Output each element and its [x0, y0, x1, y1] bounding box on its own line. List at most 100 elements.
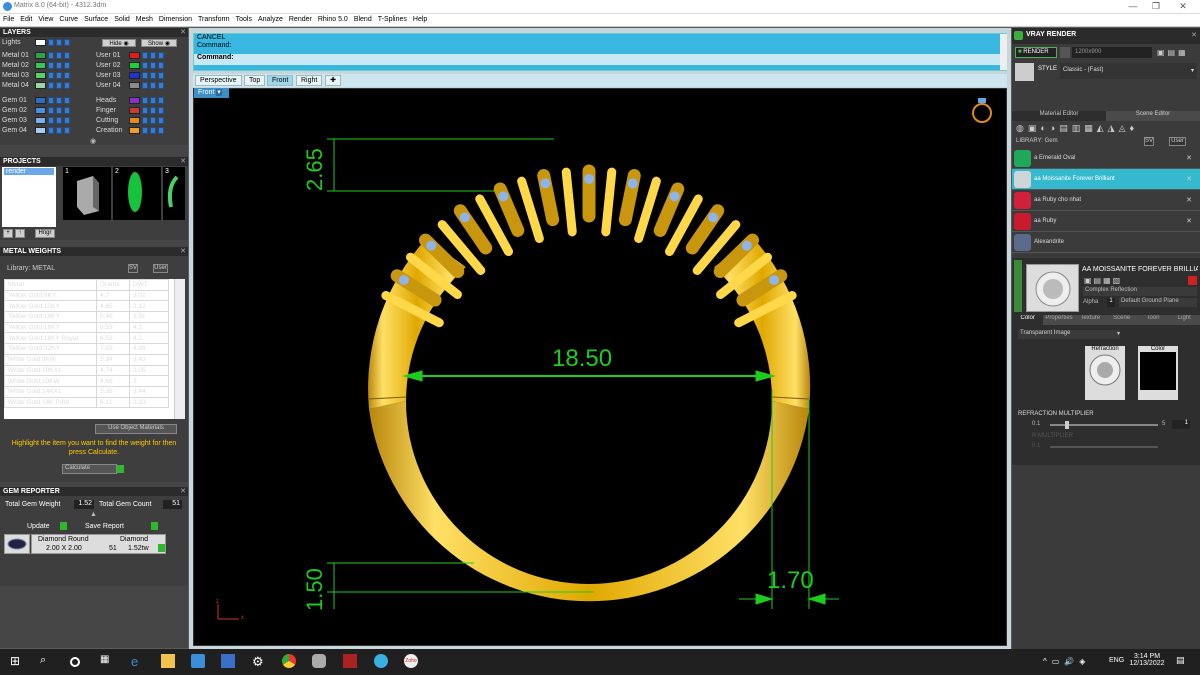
- menu-edit[interactable]: Edit: [17, 14, 35, 23]
- col-dwt[interactable]: DWT: [129, 279, 169, 291]
- layer-row[interactable]: Gem 03: [2, 115, 94, 125]
- metal-table-scrollbar[interactable]: [174, 279, 185, 419]
- project-thumb-1[interactable]: 1: [63, 167, 111, 220]
- update-go-icon[interactable]: [60, 522, 67, 530]
- update-button[interactable]: Update: [27, 523, 50, 530]
- metal-table-row[interactable]: Yellow Gold:22KY 7.59 4.88: [4, 343, 169, 355]
- render-settings-icon[interactable]: [1060, 47, 1070, 58]
- layer-toggle-icon[interactable]: [48, 116, 54, 124]
- layer-color-swatch[interactable]: [129, 61, 140, 69]
- layer-color-swatch[interactable]: [35, 116, 46, 124]
- calculate-go-icon[interactable]: [117, 465, 124, 473]
- layer-toggle-icon[interactable]: [56, 81, 62, 89]
- layer-toggle-icon[interactable]: [142, 51, 148, 59]
- metal-table-row[interactable]: White Gold:14KX1 5.35 3.44: [4, 385, 169, 398]
- layer-color-swatch[interactable]: [35, 106, 46, 114]
- layer-toggle-icon[interactable]: [64, 51, 70, 59]
- view-label-dropdown[interactable]: Front ▾: [194, 88, 229, 98]
- style-dropdown[interactable]: Classic - (Fast) ▾: [1060, 63, 1197, 79]
- layer-row[interactable]: Creation: [96, 125, 186, 135]
- m-slider[interactable]: [1050, 446, 1158, 448]
- language-indicator[interactable]: ENG: [1109, 657, 1124, 664]
- mail-icon[interactable]: [221, 654, 235, 668]
- hinge-button[interactable]: Hngr: [35, 229, 55, 238]
- layer-color-swatch[interactable]: [35, 81, 46, 89]
- remove-material-icon[interactable]: ✕: [1186, 217, 1192, 225]
- metal-table-row[interactable]: Yellow Gold:9KY 4.7 3.02: [4, 289, 169, 302]
- material-mini-tools[interactable]: ▣▤▦▧: [1084, 276, 1122, 285]
- material-list-item[interactable]: a Emerald Oval ✕: [1012, 148, 1200, 169]
- menu-analyze[interactable]: Analyze: [255, 14, 286, 23]
- show-button[interactable]: Show ◉: [141, 39, 177, 47]
- layer-color-swatch[interactable]: [129, 106, 140, 114]
- layer-toggle-icon[interactable]: [150, 126, 156, 134]
- chrome-icon[interactable]: [282, 654, 296, 668]
- windows-start-icon[interactable]: ⊞: [10, 654, 24, 668]
- material-side-handle[interactable]: [1014, 260, 1022, 312]
- layer-toggle-icon[interactable]: [48, 61, 54, 69]
- command-input[interactable]: Command:: [194, 54, 1006, 65]
- layer-toggle-icon[interactable]: [150, 61, 156, 69]
- menu-tools[interactable]: Tools: [233, 14, 255, 23]
- layer-row[interactable]: User 01: [96, 50, 186, 60]
- layer-toggle-icon[interactable]: [158, 71, 164, 79]
- tab-scene-editor[interactable]: Scene Editor: [1106, 111, 1200, 121]
- layer-toggle-icon[interactable]: [150, 116, 156, 124]
- material-toolbar[interactable]: ◍▣◐◑▤▥▦◭◮◬♦: [1012, 121, 1200, 136]
- layer-toggle-icon[interactable]: [64, 126, 70, 134]
- menu-blend[interactable]: Blend: [351, 14, 375, 23]
- layer-toggle-icon[interactable]: [142, 96, 148, 104]
- minimize-button[interactable]: —: [1122, 1, 1144, 13]
- settings-gear-icon[interactable]: ⚙: [252, 654, 266, 669]
- layer-row[interactable]: Finger: [96, 105, 186, 115]
- layer-toggle-icon[interactable]: [56, 51, 62, 59]
- gem-row[interactable]: Diamond Round Diamond 2.00 X 2.00 51 1.5…: [31, 534, 166, 554]
- layer-toggle-icon[interactable]: [64, 96, 70, 104]
- layer-toggle-icon[interactable]: [48, 81, 54, 89]
- layer-row[interactable]: Gem 02: [2, 105, 94, 115]
- rm-value[interactable]: 1: [1172, 420, 1190, 429]
- ring-view-icon[interactable]: [972, 98, 992, 123]
- tab-texture[interactable]: Texture: [1075, 315, 1106, 325]
- metal-table-row[interactable]: White Gold:9KW 5.34 3.43: [4, 353, 169, 366]
- clock[interactable]: 3:14 PM 12/13/2022: [1127, 653, 1167, 667]
- project-item-render[interactable]: render: [4, 168, 54, 175]
- layer-color-swatch[interactable]: [35, 126, 46, 134]
- material-list-item[interactable]: aa Moissanite Forever Brilliant ✕: [1012, 169, 1200, 190]
- menu-transform[interactable]: Transform: [195, 14, 233, 23]
- rm-slider-thumb[interactable]: [1065, 421, 1069, 429]
- notification-icon[interactable]: ▤: [1176, 655, 1185, 666]
- maximize-button[interactable]: ❐: [1145, 1, 1167, 13]
- layer-toggle-icon[interactable]: [158, 51, 164, 59]
- project-thumb-3[interactable]: 3: [163, 167, 185, 220]
- vray-user-button[interactable]: User: [1169, 137, 1186, 146]
- alpha-value[interactable]: 1: [1107, 298, 1115, 307]
- layer-toggle-icon[interactable]: [56, 126, 62, 134]
- layer-toggle-icon[interactable]: [142, 71, 148, 79]
- layer-row[interactable]: Metal 04: [2, 80, 94, 90]
- layer-row[interactable]: User 04: [96, 80, 186, 90]
- layer-row[interactable]: User 02: [96, 60, 186, 70]
- metal-table-row[interactable]: Yellow Gold:10KY 4.85 3.12: [4, 300, 169, 313]
- metal-table-row[interactable]: White Gold:14K PdW 6.11 3.93: [4, 396, 169, 409]
- tab-right[interactable]: Right: [296, 75, 323, 86]
- rhino-icon[interactable]: [312, 654, 326, 668]
- layer-color-swatch[interactable]: [129, 71, 140, 79]
- menu-render[interactable]: Render: [286, 14, 315, 23]
- layer-toggle-icon[interactable]: [142, 61, 148, 69]
- layer-toggle-icon[interactable]: [142, 116, 148, 124]
- layer-toggle-icon[interactable]: [64, 61, 70, 69]
- layer-toggle-icon[interactable]: [56, 116, 62, 124]
- matrix-icon[interactable]: [374, 654, 388, 668]
- layer-row[interactable]: Metal 01: [2, 50, 94, 60]
- resolution-field[interactable]: 1200x900: [1072, 47, 1152, 58]
- task-view-icon[interactable]: [70, 657, 80, 667]
- tab-toon[interactable]: Toon: [1137, 315, 1168, 325]
- layer-color-swatch[interactable]: [35, 61, 46, 69]
- layer-toggle-icon[interactable]: [56, 61, 62, 69]
- project-thumb-2[interactable]: 2: [113, 167, 161, 220]
- color-swatch[interactable]: Color: [1138, 346, 1178, 400]
- layer-toggle-icon[interactable]: [56, 106, 62, 114]
- layer-toggle-icon[interactable]: [48, 126, 54, 134]
- layer-toggle-icon[interactable]: [158, 61, 164, 69]
